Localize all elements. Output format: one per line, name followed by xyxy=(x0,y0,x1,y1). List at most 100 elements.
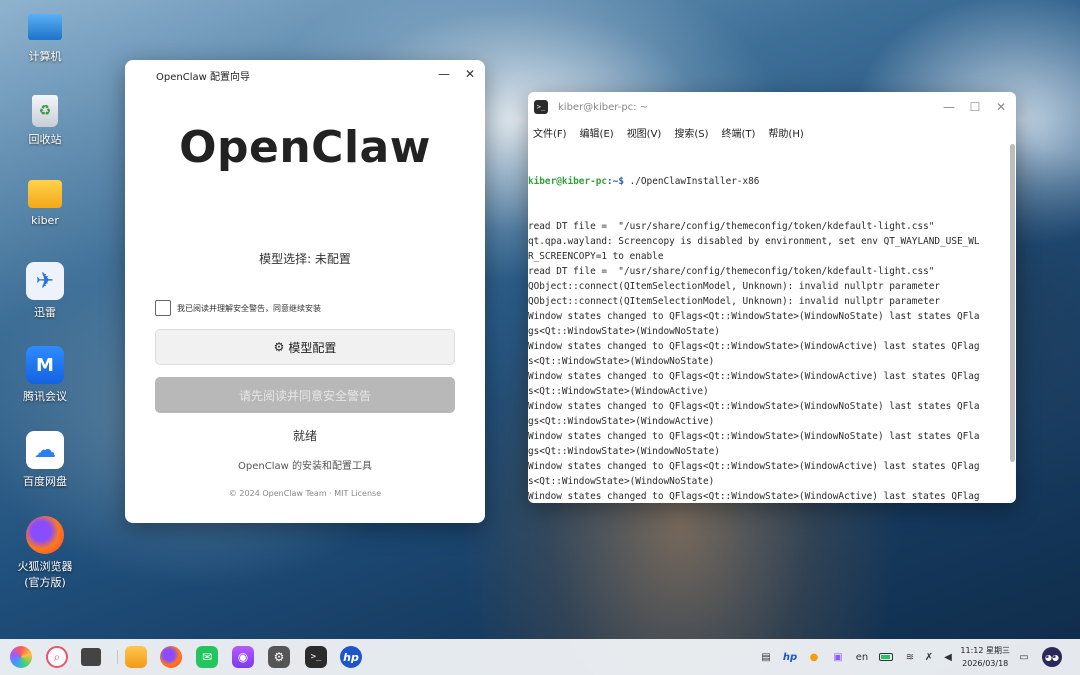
folder-icon xyxy=(28,180,62,208)
battery-icon[interactable] xyxy=(878,649,894,665)
terminal-output-line: Window states changed to QFlags<Qt::Wind… xyxy=(528,311,980,322)
desktop-icon-label: kiber xyxy=(31,214,59,227)
installer-titlebar[interactable]: OpenClaw 配置向导 xyxy=(125,60,485,90)
start-menu-icon[interactable] xyxy=(10,646,32,668)
terminal-output-line: Window states changed to QFlags<Qt::Wind… xyxy=(528,371,980,382)
menu-view[interactable]: 视图(V) xyxy=(627,125,662,140)
prompt-path: :~$ xyxy=(607,176,624,187)
terminal-output-line: Window states changed to QFlags<Qt::Wind… xyxy=(528,461,980,472)
terminal-scrollbar[interactable] xyxy=(1010,144,1015,462)
menu-edit[interactable]: 编辑(E) xyxy=(580,125,614,140)
tencent-meeting-icon: M xyxy=(26,346,64,384)
close-button[interactable]: ✕ xyxy=(463,67,477,81)
terminal-icon[interactable]: >_ xyxy=(305,646,327,668)
terminal-output-line: qt.qpa.wayland: Screencopy is disabled b… xyxy=(528,236,980,247)
firefox-icon xyxy=(26,516,64,554)
search-icon[interactable]: ⌕ xyxy=(46,646,68,668)
desktop-icon-label: 迅雷 xyxy=(34,306,56,319)
baidu-netdisk-icon: ☁ xyxy=(26,431,64,469)
minimize-button[interactable]: — xyxy=(437,67,451,81)
terminal-output-line: s<Qt::WindowState>(WindowNoState) xyxy=(528,356,715,367)
terminal-output-line: gs<Qt::WindowState>(WindowNoState) xyxy=(528,326,720,337)
terminal-output-line: QObject::connect(QItemSelectionModel, Un… xyxy=(528,296,941,307)
camera-icon[interactable]: ◉ xyxy=(232,646,254,668)
input-method-icon[interactable]: en xyxy=(854,649,870,665)
desktop-icon-label: 火狐浏览器(官方版) xyxy=(17,560,73,589)
terminal-output-line: Window states changed to QFlags<Qt::Wind… xyxy=(528,491,980,502)
terminal-output[interactable]: kiber@kiber-pc:~$ ./OpenClawInstaller-x8… xyxy=(528,144,1008,503)
terminal-output-line: Window states changed to QFlags<Qt::Wind… xyxy=(528,341,980,352)
desktop-icon-label: 回收站 xyxy=(28,133,62,146)
menu-terminal[interactable]: 终端(T) xyxy=(722,125,756,140)
terminal-output-line: s<Qt::WindowState>(WindowNoState) xyxy=(528,476,715,487)
terminal-menubar: 文件(F) 编辑(E) 视图(V) 搜索(S) 终端(T) 帮助(H) xyxy=(528,122,1016,142)
bluetooth-off-icon[interactable]: ✗ xyxy=(921,649,937,665)
terminal-window: >_ kiber@kiber-pc: ~ — ☐ ✕ 文件(F) 编辑(E) 视… xyxy=(528,92,1016,503)
thunder-icon: ✈ xyxy=(26,262,64,300)
clock-time: 11:12 星期三 xyxy=(960,646,1010,655)
menu-search[interactable]: 搜索(S) xyxy=(674,125,708,140)
taskbar: ⌕ ✉ ◉ ⚙ >_ hp ▤ hp ● ▣ en ≋ ✗ ◀ 11:12 星期… xyxy=(0,639,1080,675)
trash-icon: ♻ xyxy=(32,95,58,127)
status-text: 就绪 xyxy=(292,429,317,443)
model-config-label: 模型配置 xyxy=(288,340,337,355)
gear-icon: ⚙ xyxy=(273,340,285,354)
desktop-icon-tencent-meeting[interactable]: M 腾讯会议 xyxy=(0,346,90,405)
agree-row[interactable]: 我已阅读并理解安全警告，同意继续安装 xyxy=(155,300,321,316)
installer-window: OpenClaw 配置向导 — ✕ OpenClaw 模型选择: 未配置 我已阅… xyxy=(125,60,485,523)
desktop-icon-trash[interactable]: ♻ 回收站 xyxy=(0,95,90,148)
app-description: OpenClaw 的安装和配置工具 xyxy=(238,461,372,472)
terminal-app-icon: >_ xyxy=(534,100,548,114)
install-button-disabled[interactable]: 请先阅读并同意安全警告 xyxy=(155,377,455,413)
notification-icon[interactable]: ▭ xyxy=(1016,649,1032,665)
terminal-output-line: R_SCREENCOPY=1 to enable xyxy=(528,251,664,262)
multitask-view-icon[interactable] xyxy=(81,648,101,666)
brand-title: OpenClaw xyxy=(179,122,431,173)
terminal-output-line: Window states changed to QFlags<Qt::Wind… xyxy=(528,431,980,442)
prompt-user: kiber@kiber-pc xyxy=(528,176,608,187)
terminal-output-line: read DT file = "/usr/share/config/themec… xyxy=(528,266,935,277)
computer-icon xyxy=(28,14,62,40)
terminal-window-title: kiber@kiber-pc: ~ xyxy=(558,101,649,113)
agree-label: 我已阅读并理解安全警告，同意继续安装 xyxy=(177,303,321,313)
desktop-icon-label: 计算机 xyxy=(28,50,62,63)
maximize-button[interactable]: ☐ xyxy=(968,100,982,114)
firefox-icon[interactable] xyxy=(160,646,182,668)
menu-help[interactable]: 帮助(H) xyxy=(768,125,803,140)
terminal-output-line: read DT file = "/usr/share/config/themec… xyxy=(528,221,935,232)
volume-icon[interactable]: ◀ xyxy=(940,649,956,665)
terminal-output-line: QObject::connect(QItemSelectionModel, Un… xyxy=(528,281,941,292)
wifi-icon[interactable]: ≋ xyxy=(902,649,918,665)
terminal-output-line: s<Qt::WindowState>(WindowActive) xyxy=(528,386,709,397)
terminal-output-line: gs<Qt::WindowState>(WindowActive) xyxy=(528,416,715,427)
minimize-button[interactable]: — xyxy=(942,100,956,114)
desktop-icon-label: 百度网盘 xyxy=(23,475,67,488)
desktop-icon-baidu-netdisk[interactable]: ☁ 百度网盘 xyxy=(0,431,90,490)
clock-date: 2026/03/18 xyxy=(962,659,1009,668)
assistant-icon[interactable]: ◕◕ xyxy=(1042,647,1062,667)
prompt-line: kiber@kiber-pc:~$ ./OpenClawInstaller-x8… xyxy=(528,174,1008,189)
close-button[interactable]: ✕ xyxy=(994,100,1008,114)
installer-window-title: OpenClaw 配置向导 xyxy=(156,71,250,83)
hp-icon[interactable]: hp xyxy=(340,646,362,668)
desktop-icon-home-folder[interactable]: kiber xyxy=(0,180,90,229)
desktop-icon-firefox[interactable]: 火狐浏览器(官方版) xyxy=(0,516,90,591)
terminal-output-line: Window states changed to QFlags<Qt::Wind… xyxy=(528,401,980,412)
menu-file[interactable]: 文件(F) xyxy=(533,125,567,140)
clipboard-icon[interactable]: ▤ xyxy=(758,649,774,665)
file-manager-icon[interactable] xyxy=(125,646,147,668)
taskbar-divider xyxy=(117,650,118,664)
calendar-icon[interactable]: ▣ xyxy=(830,649,846,665)
settings-icon[interactable]: ⚙ xyxy=(268,646,290,668)
desktop-icon-label: 腾讯会议 xyxy=(23,390,67,403)
agree-checkbox[interactable] xyxy=(155,300,171,316)
clock[interactable]: 11:12 星期三 2026/03/18 xyxy=(960,644,1010,670)
desktop-icon-thunder[interactable]: ✈ 迅雷 xyxy=(0,262,90,321)
wechat-icon[interactable]: ✉ xyxy=(196,646,218,668)
model-config-button[interactable]: ⚙ 模型配置 xyxy=(155,329,455,365)
command-text: ./OpenClawInstaller-x86 xyxy=(623,176,760,187)
sun-icon[interactable]: ● xyxy=(806,649,822,665)
hp-tray-icon[interactable]: hp xyxy=(782,649,798,665)
desktop-icon-computer[interactable]: 计算机 xyxy=(0,10,90,65)
model-selection-status: 模型选择: 未配置 xyxy=(259,252,351,266)
